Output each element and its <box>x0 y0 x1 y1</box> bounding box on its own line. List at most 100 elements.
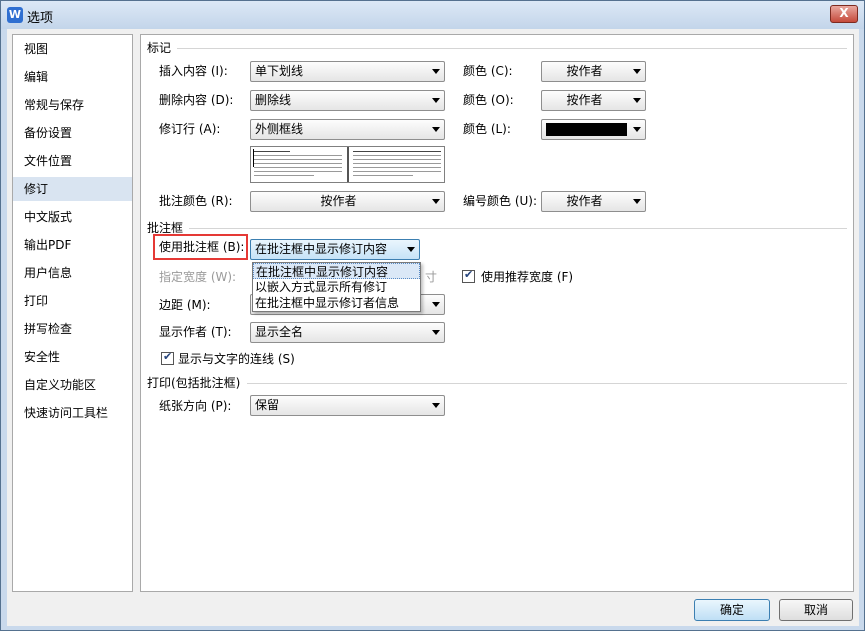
sidebar-item-edit[interactable]: 编辑 <box>13 65 132 89</box>
sidebar-item-print[interactable]: 打印 <box>13 289 132 313</box>
balloons-divider <box>189 228 847 229</box>
sidebar-item-general-save[interactable]: 常规与保存 <box>13 93 132 117</box>
checkmark-icon: ✔ <box>163 350 173 363</box>
sidebar-item-backup[interactable]: 备份设置 <box>13 121 132 145</box>
delete-color-label: 颜色 (O): <box>463 93 514 107</box>
dialog-client: 视图 编辑 常规与保存 备份设置 文件位置 修订 中文版式 输出PDF 用户信息… <box>7 29 859 626</box>
title-bar: W 选项 X <box>1 1 864 29</box>
sidebar-item-revisions[interactable]: 修订 <box>13 177 132 201</box>
delete-content-label: 删除内容 (D): <box>159 93 234 107</box>
preview-line <box>353 175 413 176</box>
insert-color-label: 颜色 (C): <box>463 64 513 78</box>
category-sidebar: 视图 编辑 常规与保存 备份设置 文件位置 修订 中文版式 输出PDF 用户信息… <box>12 34 133 592</box>
delete-color-value: 按作者 <box>566 93 603 107</box>
recommend-width-label: 使用推荐宽度 (F) <box>481 270 574 284</box>
options-dialog: W 选项 X 视图 编辑 常规与保存 备份设置 文件位置 修订 中文版式 输出P… <box>0 0 865 631</box>
wps-writer-icon: W <box>7 7 23 23</box>
delete-color-select[interactable]: 按作者 <box>541 90 646 111</box>
preview-line <box>254 155 342 156</box>
show-author-label: 显示作者 (T): <box>159 325 232 339</box>
insert-color-value: 按作者 <box>566 64 603 78</box>
paper-orientation-select[interactable]: 保留 <box>250 395 445 416</box>
preview-line <box>353 151 441 152</box>
ok-button[interactable]: 确定 <box>694 599 770 621</box>
insert-content-select[interactable]: 单下划线 <box>250 61 445 82</box>
show-lines-checkbox[interactable]: ✔ <box>161 350 174 365</box>
preview-line <box>254 151 290 152</box>
chevron-down-icon <box>633 69 641 74</box>
revision-line-value: 外侧框线 <box>255 122 304 136</box>
preview-page-divider <box>347 147 349 182</box>
chevron-down-icon <box>633 127 641 132</box>
revision-settings-panel: 标记 插入内容 (I): 单下划线 颜色 (C): 按作者 删除内容 (D): … <box>140 34 854 592</box>
use-balloons-value: 在批注框中显示修订内容 <box>255 242 388 256</box>
dropdown-option-show-in-balloons[interactable]: 在批注框中显示修订内容 <box>253 263 420 279</box>
chevron-down-icon <box>432 127 440 132</box>
cancel-button[interactable]: 取消 <box>779 599 853 621</box>
close-button[interactable]: X <box>830 5 858 23</box>
use-balloons-label: 使用批注框 (B): <box>159 240 245 254</box>
dropdown-option-inline[interactable]: 以嵌入方式显示所有修订 <box>253 279 420 295</box>
preview-line <box>254 167 342 168</box>
preview-change-bar <box>253 149 254 167</box>
specify-width-label: 指定宽度 (W): <box>159 270 237 284</box>
show-author-value: 显示全名 <box>255 325 304 339</box>
margin-label: 边距 (M): <box>159 298 211 312</box>
delete-content-select[interactable]: 删除线 <box>250 90 445 111</box>
preview-line <box>353 163 441 164</box>
number-color-select[interactable]: 按作者 <box>541 191 646 212</box>
dialog-title: 选项 <box>27 11 54 26</box>
markup-divider <box>177 48 847 49</box>
use-balloons-select[interactable]: 在批注框中显示修订内容 <box>250 239 420 260</box>
preview-line <box>353 171 441 172</box>
paper-orientation-label: 纸张方向 (P): <box>159 399 232 413</box>
color-swatch <box>546 123 627 136</box>
sidebar-item-view[interactable]: 视图 <box>13 37 132 61</box>
recommend-width-checkbox[interactable]: ✔ <box>462 268 475 283</box>
chevron-down-icon <box>432 330 440 335</box>
revision-line-color-select[interactable] <box>541 119 646 140</box>
dropdown-option-reviewer-info[interactable]: 在批注框中显示修订者信息 <box>253 295 420 311</box>
chevron-down-icon <box>407 247 415 252</box>
preview-line <box>353 155 441 156</box>
revision-line-preview <box>250 146 445 183</box>
revision-line-color-label: 颜色 (L): <box>463 122 511 136</box>
chevron-down-icon <box>432 98 440 103</box>
comment-color-select[interactable]: 按作者 <box>250 191 445 212</box>
revision-line-label: 修订行 (A): <box>159 122 221 136</box>
sidebar-item-quick-access-toolbar[interactable]: 快速访问工具栏 <box>13 401 132 425</box>
insert-content-label: 插入内容 (I): <box>159 64 228 78</box>
paper-orientation-value: 保留 <box>255 398 280 412</box>
chevron-down-icon <box>633 199 641 204</box>
chevron-down-icon <box>633 98 641 103</box>
preview-line <box>353 159 441 160</box>
use-balloons-dropdown: 在批注框中显示修订内容 以嵌入方式显示所有修订 在批注框中显示修订者信息 <box>252 262 421 312</box>
sidebar-item-spell-check[interactable]: 拼写检查 <box>13 317 132 341</box>
insert-content-value: 单下划线 <box>255 64 304 78</box>
show-lines-label: 显示与文字的连线 (S) <box>178 352 295 366</box>
comment-color-value: 按作者 <box>320 194 357 208</box>
sidebar-item-custom-ribbon[interactable]: 自定义功能区 <box>13 373 132 397</box>
sidebar-item-security[interactable]: 安全性 <box>13 345 132 369</box>
sidebar-item-output-pdf[interactable]: 输出PDF <box>13 233 132 257</box>
sidebar-item-user-info[interactable]: 用户信息 <box>13 261 132 285</box>
checkmark-icon: ✔ <box>464 268 474 281</box>
number-color-value: 按作者 <box>566 194 603 208</box>
print-divider <box>247 383 847 384</box>
width-unit-text: 寸 <box>425 270 438 284</box>
sidebar-item-file-location[interactable]: 文件位置 <box>13 149 132 173</box>
insert-color-select[interactable]: 按作者 <box>541 61 646 82</box>
chevron-down-icon <box>432 302 440 307</box>
chevron-down-icon <box>432 69 440 74</box>
print-heading: 打印(包括批注框) <box>147 376 241 390</box>
number-color-label: 编号颜色 (U): <box>463 194 538 208</box>
preview-line <box>254 175 314 176</box>
preview-line <box>254 163 342 164</box>
delete-content-value: 删除线 <box>255 93 292 107</box>
show-author-select[interactable]: 显示全名 <box>250 322 445 343</box>
markup-heading: 标记 <box>147 41 172 55</box>
sidebar-item-chinese-layout[interactable]: 中文版式 <box>13 205 132 229</box>
revision-line-select[interactable]: 外侧框线 <box>250 119 445 140</box>
chevron-down-icon <box>432 199 440 204</box>
chevron-down-icon <box>432 403 440 408</box>
